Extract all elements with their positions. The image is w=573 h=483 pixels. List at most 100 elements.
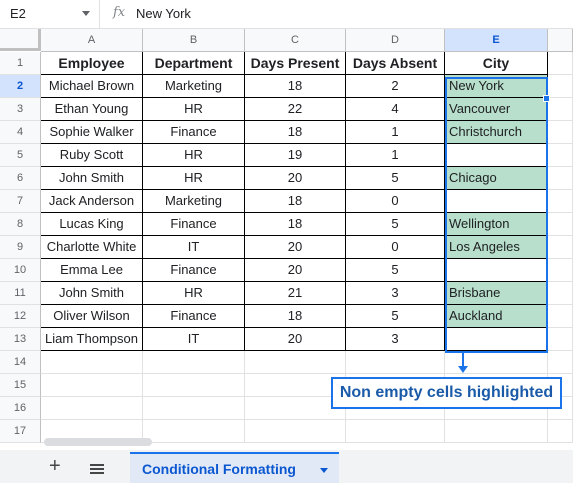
- cell-days-present[interactable]: 19: [245, 144, 346, 167]
- header-cell-employee[interactable]: Employee: [41, 52, 143, 75]
- cell-department[interactable]: Finance: [143, 121, 245, 144]
- cell-employee[interactable]: Oliver Wilson: [41, 305, 143, 328]
- row-header-7[interactable]: 7: [0, 190, 41, 213]
- empty-cell[interactable]: [41, 397, 143, 420]
- header-cell-days-absent[interactable]: Days Absent: [346, 52, 445, 75]
- cell-employee[interactable]: John Smith: [41, 282, 143, 305]
- empty-cell[interactable]: [445, 420, 548, 443]
- header-cell-department[interactable]: Department: [143, 52, 245, 75]
- cell-days-absent[interactable]: 3: [346, 328, 445, 351]
- cell-employee[interactable]: Emma Lee: [41, 259, 143, 282]
- empty-cell[interactable]: [346, 420, 445, 443]
- empty-cell[interactable]: [548, 282, 573, 305]
- fill-handle[interactable]: [543, 95, 550, 102]
- empty-cell[interactable]: [548, 121, 573, 144]
- column-header-b[interactable]: B: [143, 29, 245, 52]
- cell-days-present[interactable]: 18: [245, 213, 346, 236]
- row-header-17[interactable]: 17: [0, 420, 41, 443]
- row-header-1[interactable]: 1: [0, 52, 41, 75]
- cell-days-absent[interactable]: 2: [346, 75, 445, 98]
- empty-cell[interactable]: [548, 213, 573, 236]
- cell-city[interactable]: Auckland: [445, 305, 548, 328]
- formula-input[interactable]: New York: [136, 6, 191, 21]
- cell-department[interactable]: HR: [143, 167, 245, 190]
- row-header-6[interactable]: 6: [0, 167, 41, 190]
- cell-city[interactable]: Christchurch: [445, 121, 548, 144]
- cell-city[interactable]: Wellington: [445, 213, 548, 236]
- menu-icon[interactable]: [90, 464, 104, 474]
- cell-city[interactable]: [445, 190, 548, 213]
- cell-department[interactable]: IT: [143, 328, 245, 351]
- cell-days-absent[interactable]: 5: [346, 167, 445, 190]
- empty-cell[interactable]: [548, 75, 573, 98]
- cell-city[interactable]: New York: [445, 75, 548, 98]
- empty-cell[interactable]: [548, 328, 573, 351]
- cell-days-absent[interactable]: 4: [346, 98, 445, 121]
- cell-days-absent[interactable]: 0: [346, 190, 445, 213]
- cell-employee[interactable]: John Smith: [41, 167, 143, 190]
- header-cell-days-present[interactable]: Days Present: [245, 52, 346, 75]
- row-header-14[interactable]: 14: [0, 351, 41, 374]
- sheet-tab-conditional-formatting[interactable]: Conditional Formatting: [130, 452, 339, 483]
- cell-days-absent[interactable]: 1: [346, 121, 445, 144]
- empty-cell[interactable]: [548, 98, 573, 121]
- header-cell-city[interactable]: City: [445, 52, 548, 75]
- cell-employee[interactable]: Sophie Walker: [41, 121, 143, 144]
- cell-city[interactable]: Brisbane: [445, 282, 548, 305]
- empty-cell[interactable]: [548, 305, 573, 328]
- cell-employee[interactable]: Ethan Young: [41, 98, 143, 121]
- cell-department[interactable]: Finance: [143, 259, 245, 282]
- cell-days-absent[interactable]: 0: [346, 236, 445, 259]
- cell-department[interactable]: Finance: [143, 213, 245, 236]
- empty-cell[interactable]: [548, 190, 573, 213]
- plus-icon[interactable]: +: [49, 456, 61, 476]
- cell-days-absent[interactable]: 1: [346, 144, 445, 167]
- cell-days-present[interactable]: 22: [245, 98, 346, 121]
- cell-days-present[interactable]: 20: [245, 167, 346, 190]
- row-header-2[interactable]: 2: [0, 75, 41, 98]
- cell-city[interactable]: [445, 144, 548, 167]
- cell-days-present[interactable]: 20: [245, 236, 346, 259]
- cell-city[interactable]: Vancouver: [445, 98, 548, 121]
- column-header-a[interactable]: A: [41, 29, 143, 52]
- row-header-3[interactable]: 3: [0, 98, 41, 121]
- row-header-8[interactable]: 8: [0, 213, 41, 236]
- cell-days-present[interactable]: 18: [245, 305, 346, 328]
- empty-cell[interactable]: [143, 420, 245, 443]
- row-header-10[interactable]: 10: [0, 259, 41, 282]
- cell-employee[interactable]: Michael Brown: [41, 75, 143, 98]
- cell-days-present[interactable]: 21: [245, 282, 346, 305]
- cell-employee[interactable]: Ruby Scott: [41, 144, 143, 167]
- cell-employee[interactable]: Liam Thompson: [41, 328, 143, 351]
- row-header-13[interactable]: 13: [0, 328, 41, 351]
- empty-cell[interactable]: [245, 420, 346, 443]
- row-header-9[interactable]: 9: [0, 236, 41, 259]
- empty-cell[interactable]: [548, 236, 573, 259]
- cell-days-present[interactable]: 18: [245, 190, 346, 213]
- cell-days-present[interactable]: 20: [245, 259, 346, 282]
- empty-cell[interactable]: [548, 167, 573, 190]
- row-header-4[interactable]: 4: [0, 121, 41, 144]
- column-header-c[interactable]: C: [245, 29, 346, 52]
- name-box[interactable]: E2: [0, 0, 100, 28]
- cell-days-absent[interactable]: 3: [346, 282, 445, 305]
- cell-city[interactable]: [445, 259, 548, 282]
- cell-days-absent[interactable]: 5: [346, 305, 445, 328]
- cell-days-absent[interactable]: 5: [346, 259, 445, 282]
- cell-department[interactable]: IT: [143, 236, 245, 259]
- chevron-down-icon[interactable]: [82, 11, 90, 16]
- column-header-e[interactable]: E: [445, 29, 548, 52]
- empty-cell[interactable]: [143, 374, 245, 397]
- row-header-15[interactable]: 15: [0, 374, 41, 397]
- caret-down-icon[interactable]: [320, 468, 328, 473]
- row-header-16[interactable]: 16: [0, 397, 41, 420]
- row-header-11[interactable]: 11: [0, 282, 41, 305]
- cell-employee[interactable]: Lucas King: [41, 213, 143, 236]
- cell-city[interactable]: Los Angeles: [445, 236, 548, 259]
- select-all-corner[interactable]: [0, 29, 41, 51]
- cell-department[interactable]: Marketing: [143, 75, 245, 98]
- cell-department[interactable]: HR: [143, 282, 245, 305]
- column-header-d[interactable]: D: [346, 29, 445, 52]
- cell-department[interactable]: Marketing: [143, 190, 245, 213]
- cell-days-absent[interactable]: 5: [346, 213, 445, 236]
